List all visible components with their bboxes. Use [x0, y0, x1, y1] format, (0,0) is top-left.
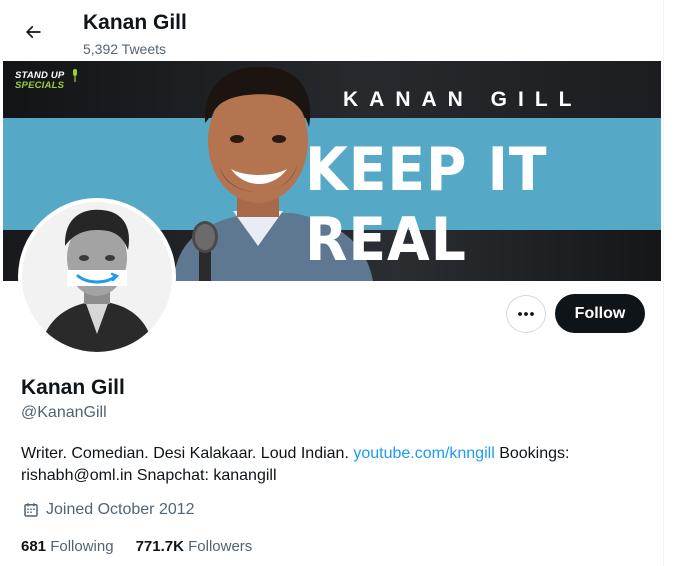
header-title: Kanan Gill	[83, 11, 187, 34]
more-icon	[518, 312, 534, 316]
back-button[interactable]	[16, 17, 50, 47]
joined-date: Joined October 2012	[22, 500, 195, 520]
bio-text-start: Writer. Comedian. Desi Kalakaar. Loud In…	[21, 445, 354, 462]
avatar-image	[22, 202, 172, 352]
banner-tagline: KEEP IT REAL	[305, 135, 548, 275]
tweet-count: 5,392 Tweets	[83, 41, 167, 57]
bio-link[interactable]: youtube.com/knngill	[353, 445, 494, 462]
following-label: Following	[50, 538, 114, 555]
following-link[interactable]: 681 Following	[21, 537, 114, 556]
back-arrow-icon	[25, 25, 41, 39]
follow-stats: 681 Following 771.7K Followers	[21, 537, 274, 556]
followers-count: 771.7K	[135, 538, 184, 555]
profile-handle: @KananGill	[21, 404, 107, 421]
more-options-button[interactable]	[506, 295, 546, 333]
profile-name: Kanan Gill	[21, 376, 125, 399]
following-count: 681	[21, 538, 47, 555]
banner-logo: STAND UP SPECIALS	[15, 69, 85, 91]
microphone-icon	[73, 69, 77, 82]
followers-link[interactable]: 771.7K Followers	[136, 537, 253, 556]
followers-label: Followers	[188, 538, 253, 555]
banner-name-text: KANAN GILL	[343, 88, 583, 111]
profile-bio: Writer. Comedian. Desi Kalakaar. Loud In…	[21, 443, 621, 487]
follow-button[interactable]: Follow	[555, 294, 645, 333]
calendar-icon	[24, 503, 38, 517]
profile-page: Kanan Gill 5,392 Tweets STAND UP SPECIAL…	[0, 0, 664, 566]
profile-avatar[interactable]	[18, 198, 176, 356]
joined-text: Joined October 2012	[46, 501, 195, 518]
